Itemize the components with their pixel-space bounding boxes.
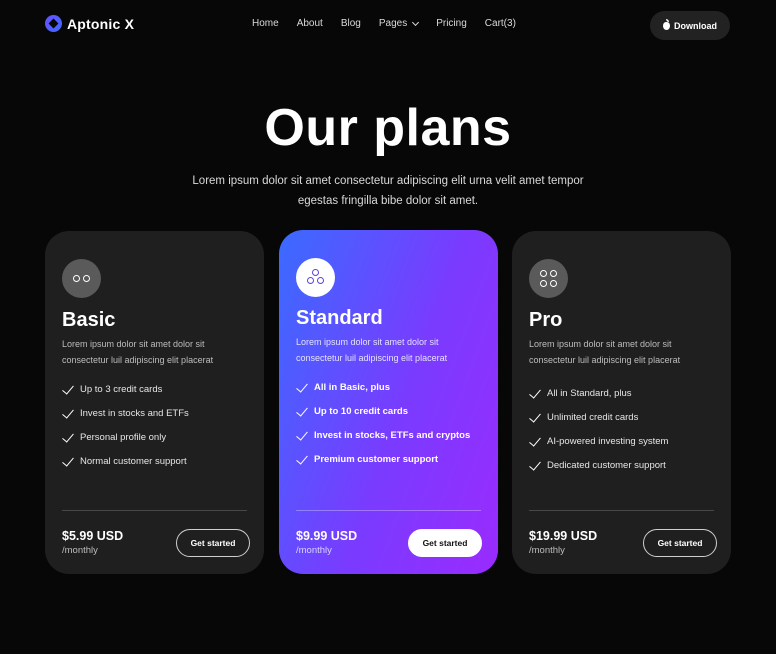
feature-list: All in Standard, plus Unlimited credit c… [529, 381, 668, 477]
feature-text: All in Standard, plus [547, 387, 632, 399]
feature-text: All in Basic, plus [314, 381, 391, 393]
nav-blog[interactable]: Blog [341, 18, 361, 29]
two-circles-icon [62, 259, 101, 298]
plan-period: /monthly [62, 545, 98, 556]
nav-home[interactable]: Home [252, 18, 279, 29]
main-nav: Home About Blog Pages Pricing Cart(3) [252, 18, 516, 29]
plan-description: Lorem ipsum dolor sit amet dolor sit con… [529, 339, 681, 365]
divider [296, 510, 481, 511]
apple-icon [663, 18, 670, 30]
site-header: Aptonic X Home About Blog Pages Pricing … [0, 0, 776, 50]
feature-text: Premium customer support [314, 453, 439, 465]
check-icon [529, 389, 541, 397]
get-started-button-pro[interactable]: Get started [643, 529, 717, 557]
plan-name: Basic [62, 309, 116, 331]
feature-item: All in Standard, plus [529, 381, 668, 405]
feature-text: Unlimited credit cards [547, 411, 639, 423]
logo-icon [45, 15, 62, 32]
feature-item: Invest in stocks, ETFs and cryptos [296, 423, 470, 447]
check-icon [62, 385, 74, 393]
brand-logo[interactable]: Aptonic X [45, 15, 134, 32]
plan-period: /monthly [296, 545, 332, 556]
feature-text: Invest in stocks, ETFs and cryptos [314, 429, 471, 441]
feature-text: Invest in stocks and ETFs [80, 407, 189, 419]
four-circles-icon [529, 259, 568, 298]
feature-text: Up to 3 credit cards [80, 383, 163, 395]
divider [62, 510, 247, 511]
feature-text: Normal customer support [80, 455, 187, 467]
feature-text: Personal profile only [80, 431, 167, 443]
page-title: Our plans [264, 99, 512, 157]
feature-item: Unlimited credit cards [529, 405, 668, 429]
check-icon [296, 431, 308, 439]
check-icon [529, 461, 541, 469]
nav-pricing[interactable]: Pricing [436, 18, 467, 29]
check-icon [296, 455, 308, 463]
plan-card-basic: Basic Lorem ipsum dolor sit amet dolor s… [45, 231, 264, 574]
feature-item: Premium customer support [296, 447, 470, 471]
plan-card-standard: Standard Lorem ipsum dolor sit amet dolo… [279, 230, 498, 574]
check-icon [62, 457, 74, 465]
feature-text: Up to 10 credit cards [314, 405, 408, 417]
plan-name: Standard [296, 307, 383, 329]
plan-price: $5.99 USD [62, 529, 124, 543]
feature-item: Up to 10 credit cards [296, 399, 470, 423]
plan-period: /monthly [529, 545, 565, 556]
check-icon [529, 437, 541, 445]
feature-text: AI-powered investing system [547, 435, 669, 447]
brand-name: Aptonic X [67, 15, 135, 32]
nav-about[interactable]: About [297, 18, 323, 29]
download-label: Download [674, 20, 717, 31]
three-circles-icon [296, 258, 335, 297]
feature-item: Personal profile only [62, 425, 189, 449]
check-icon [296, 383, 308, 391]
page-subtitle: Lorem ipsum dolor sit amet consectetur a… [192, 175, 584, 207]
feature-list: All in Basic, plus Up to 10 credit cards… [296, 375, 470, 471]
download-button[interactable]: Download [650, 11, 730, 40]
feature-item: Dedicated customer support [529, 453, 668, 477]
plan-price: $19.99 USD [529, 529, 598, 543]
plan-name: Pro [529, 309, 563, 331]
nav-cart[interactable]: Cart(3) [485, 18, 516, 29]
feature-item: Up to 3 credit cards [62, 377, 189, 401]
feature-text: Dedicated customer support [547, 459, 666, 471]
check-icon [296, 407, 308, 415]
check-icon [529, 413, 541, 421]
get-started-button-standard[interactable]: Get started [408, 529, 482, 557]
feature-item: Invest in stocks and ETFs [62, 401, 189, 425]
get-started-button-basic[interactable]: Get started [176, 529, 250, 557]
check-icon [62, 409, 74, 417]
plan-card-pro: Pro Lorem ipsum dolor sit amet dolor sit… [512, 231, 731, 574]
feature-item: AI-powered investing system [529, 429, 668, 453]
nav-pages[interactable]: Pages [378, 18, 420, 29]
nav-pages-label: Pages [378, 18, 408, 29]
check-icon [62, 433, 74, 441]
feature-list: Up to 3 credit cards Invest in stocks an… [62, 377, 189, 473]
feature-item: All in Basic, plus [296, 375, 470, 399]
plan-price: $9.99 USD [296, 529, 358, 543]
chevron-down-icon [412, 18, 420, 26]
divider [529, 510, 714, 511]
plan-description: Lorem ipsum dolor sit amet dolor sit con… [62, 339, 214, 365]
feature-item: Normal customer support [62, 449, 189, 473]
plan-description: Lorem ipsum dolor sit amet dolor sit con… [296, 337, 448, 363]
